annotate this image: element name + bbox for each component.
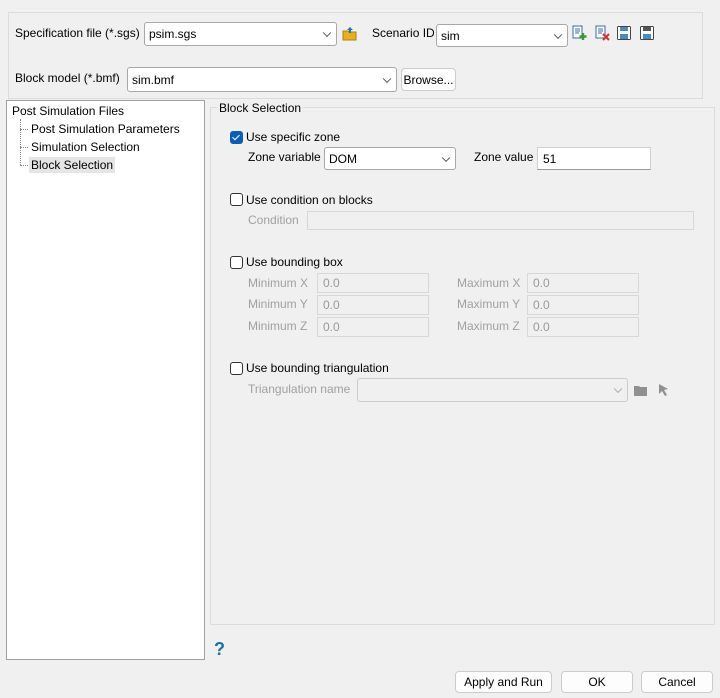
apply-and-run-button[interactable]: Apply and Run xyxy=(455,671,552,693)
save-icon[interactable] xyxy=(616,25,632,41)
chevron-down-icon xyxy=(382,74,392,83)
min-z-label: Minimum Z xyxy=(248,319,308,333)
use-bounding-triangulation-label: Use bounding triangulation xyxy=(246,361,389,375)
scenario-id-combo[interactable]: sim xyxy=(436,24,568,47)
use-bounding-triangulation-checkbox[interactable] xyxy=(230,362,243,375)
max-y-label: Maximum Y xyxy=(457,297,521,311)
min-x-label: Minimum X xyxy=(248,276,309,290)
spec-file-label: Specification file (*.sgs) xyxy=(15,26,140,40)
browse-button[interactable]: Browse... xyxy=(401,68,456,91)
group-title: Block Selection xyxy=(217,101,304,115)
chevron-down-icon xyxy=(441,153,451,162)
use-specific-zone-checkbox[interactable] xyxy=(230,131,243,144)
open-folder-icon[interactable] xyxy=(342,26,358,42)
max-x-label: Maximum X xyxy=(457,276,521,290)
scenario-id-label: Scenario ID xyxy=(372,26,435,40)
condition-input[interactable] xyxy=(307,211,694,230)
folder-icon[interactable] xyxy=(633,382,649,398)
min-x-input[interactable]: 0.0 xyxy=(317,273,429,293)
tree-item-block-selection[interactable]: Block Selection xyxy=(29,157,116,173)
save-as-icon[interactable] xyxy=(639,25,655,41)
ok-button[interactable]: OK xyxy=(561,671,633,693)
spec-file-combo[interactable]: psim.sgs xyxy=(144,22,337,46)
use-specific-zone-label: Use specific zone xyxy=(246,130,341,144)
max-z-input[interactable]: 0.0 xyxy=(527,317,639,337)
use-condition-label: Use condition on blocks xyxy=(246,193,373,207)
pick-cursor-icon[interactable] xyxy=(656,382,672,398)
zone-variable-combo[interactable]: DOM xyxy=(324,147,456,170)
max-y-input[interactable]: 0.0 xyxy=(527,295,639,315)
zone-variable-label: Zone variable xyxy=(248,150,321,164)
spec-file-value: psim.sgs xyxy=(149,27,197,41)
triangulation-name-label: Triangulation name xyxy=(248,382,351,396)
navigation-tree xyxy=(6,100,205,660)
delete-scenario-icon[interactable] xyxy=(594,25,610,41)
block-model-label: Block model (*.bmf) xyxy=(15,71,120,85)
condition-label: Condition xyxy=(248,213,299,227)
max-z-label: Maximum Z xyxy=(457,319,520,333)
zone-value-label: Zone value xyxy=(474,150,534,164)
use-bounding-box-checkbox[interactable] xyxy=(230,256,243,269)
help-icon[interactable]: ? xyxy=(214,639,225,659)
tree-item-simulation-selection[interactable]: Simulation Selection xyxy=(31,140,140,154)
add-scenario-icon[interactable] xyxy=(571,25,587,41)
scenario-id-value: sim xyxy=(441,28,460,43)
max-x-input[interactable]: 0.0 xyxy=(527,273,639,293)
tree-root[interactable]: Post Simulation Files xyxy=(12,104,124,118)
zone-variable-value: DOM xyxy=(329,151,357,166)
chevron-down-icon xyxy=(553,30,563,39)
use-condition-checkbox[interactable] xyxy=(230,193,243,206)
min-z-input[interactable]: 0.0 xyxy=(317,317,429,337)
cancel-button[interactable]: Cancel xyxy=(641,671,713,693)
chevron-down-icon xyxy=(322,28,332,38)
block-model-combo[interactable]: sim.bmf xyxy=(127,67,397,92)
use-bounding-box-label: Use bounding box xyxy=(246,255,343,269)
min-y-input[interactable]: 0.0 xyxy=(317,295,429,315)
chevron-down-icon xyxy=(613,384,623,394)
min-y-label: Minimum Y xyxy=(248,297,308,311)
block-model-value: sim.bmf xyxy=(132,72,174,87)
triangulation-name-combo[interactable] xyxy=(357,378,628,402)
zone-value-input[interactable]: 51 xyxy=(537,147,651,170)
tree-item-post-simulation-parameters[interactable]: Post Simulation Parameters xyxy=(31,122,180,136)
